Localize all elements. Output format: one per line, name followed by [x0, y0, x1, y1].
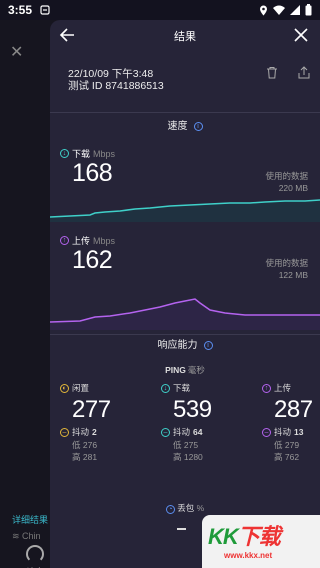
download-arrow-icon: ↓	[60, 149, 69, 158]
ping-idle-column: ◐ 闲置 277 – 抖动 2 低 276 高 281	[60, 382, 140, 463]
watermark-logo: KK下载 www.kkx.net	[202, 515, 320, 568]
status-time: 3:55	[8, 3, 33, 17]
download-graph	[50, 199, 320, 222]
packet-loss-icon: ◔	[165, 505, 175, 514]
signal-icon	[290, 5, 300, 15]
download-speed-value: 168	[72, 159, 113, 187]
responsiveness-info-icon[interactable]: i	[203, 340, 213, 350]
ping-upload-value: 287	[274, 396, 313, 423]
notification-icon	[40, 5, 50, 15]
upload-data-used: 使用的数据 122 MB	[265, 258, 308, 280]
download-arrow-icon: ↓	[161, 383, 170, 393]
packet-loss-value	[177, 528, 186, 530]
delete-icon[interactable]	[266, 66, 278, 79]
nav-speed-tab[interactable]: 速度	[26, 545, 44, 568]
download-data-used: 使用的数据 220 MB	[265, 171, 308, 193]
jitter-icon: –	[60, 427, 69, 437]
results-header: 结果	[50, 20, 320, 50]
close-icon[interactable]	[292, 26, 310, 44]
test-meta: 22/10/09 下午3:48 测试 ID 8741886513	[68, 68, 164, 92]
background-close-icon[interactable]: ✕	[10, 42, 23, 62]
speed-info-icon[interactable]: i	[193, 121, 203, 131]
packet-loss-label: ◔ 丢包 %	[50, 502, 320, 514]
speed-section-title: 速度 i	[50, 117, 320, 132]
location-icon	[260, 5, 267, 15]
ping-title: PING 毫秒	[165, 365, 205, 375]
detail-results-link[interactable]: 详细结果	[12, 513, 48, 526]
ping-idle-value: 277	[72, 396, 111, 423]
test-id: 测试 ID 8741886513	[68, 80, 164, 92]
results-sheet: 结果 22/10/09 下午3:48 测试 ID 8741886513 速度 i …	[50, 20, 320, 568]
status-bar: 3:55	[0, 0, 320, 20]
jitter-icon: –	[161, 427, 170, 437]
share-icon[interactable]	[298, 66, 310, 79]
test-datetime: 22/10/09 下午3:48	[68, 68, 154, 80]
jitter-icon: –	[262, 427, 271, 437]
ping-upload-column: ↑ 上传 287 – 抖动 13 低 279 高 762	[262, 382, 320, 463]
divider	[50, 112, 320, 113]
background-wifi-text: ≋ Chin	[12, 531, 41, 541]
wifi-icon	[273, 5, 285, 15]
responsiveness-section-title: 响应能力 i	[50, 336, 320, 351]
speedometer-icon	[26, 545, 44, 563]
battery-icon	[305, 4, 312, 16]
ping-download-value: 539	[173, 396, 212, 423]
upload-arrow-icon: ↑	[60, 236, 69, 245]
page-title: 结果	[174, 31, 196, 43]
idle-icon: ◐	[60, 383, 69, 393]
ping-download-column: ↓ 下载 539 – 抖动 64 低 275 高 1280	[161, 382, 241, 463]
meta-actions	[266, 66, 310, 79]
upload-speed-value: 162	[72, 246, 113, 274]
upload-graph	[50, 298, 320, 330]
upload-arrow-icon: ↑	[262, 383, 271, 393]
divider	[50, 334, 320, 335]
